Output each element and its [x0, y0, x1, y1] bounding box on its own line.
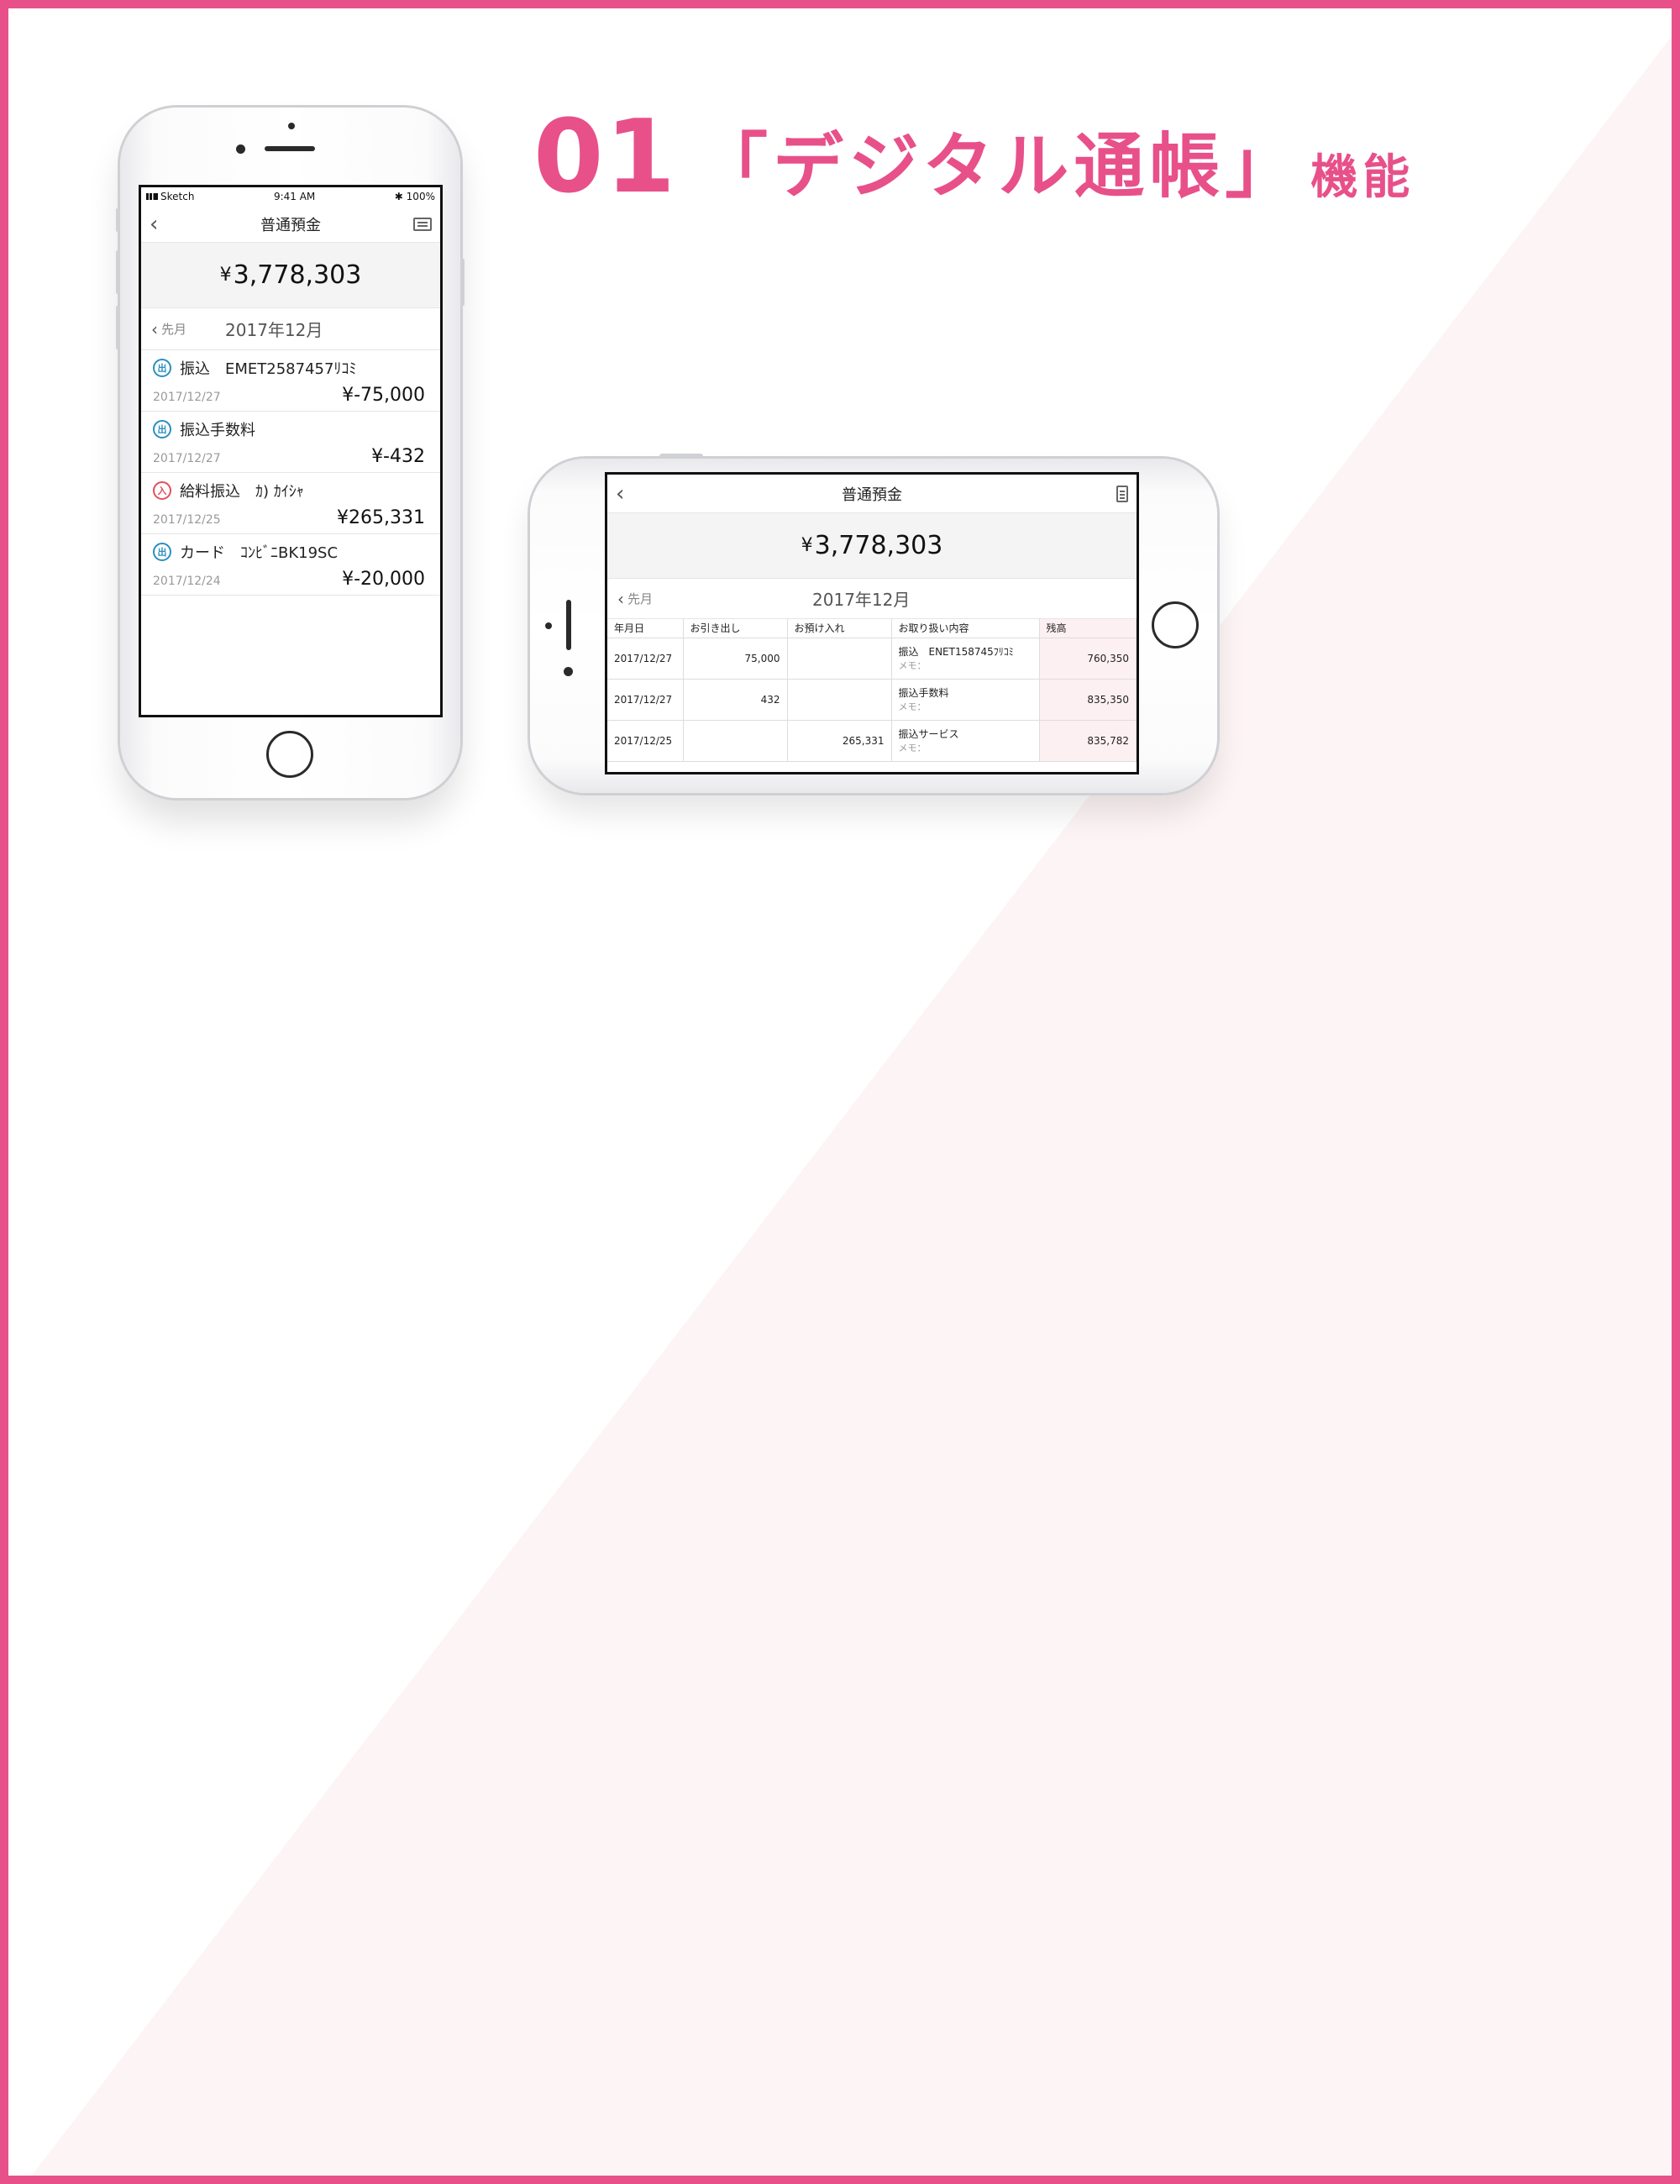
- menu-icon[interactable]: [413, 217, 432, 231]
- home-button[interactable]: [1152, 601, 1199, 648]
- portrait-screen: Sketch 9:41 AM ✱ 100% ‹ 普通預金 ¥ 3,778,303…: [139, 185, 443, 717]
- status-time: 9:41 AM: [273, 191, 316, 202]
- chevron-left-icon: ‹: [617, 588, 624, 609]
- cell-balance: 835,782: [1039, 720, 1137, 762]
- transaction-date: 2017/12/27: [153, 391, 221, 404]
- transaction-desc: カード ｺﾝﾋﾞﾆBK19SC: [180, 544, 339, 562]
- cell-description: 振込サービス メモ：: [891, 720, 1040, 762]
- power-button: [461, 259, 465, 306]
- account-balance: ¥ 3,778,303: [141, 243, 440, 308]
- cell-date: 2017/12/25: [607, 720, 684, 762]
- withdrawal-badge-icon: 出: [153, 359, 171, 377]
- balance-value: 3,778,303: [814, 531, 943, 560]
- balance-currency: ¥: [219, 265, 232, 286]
- volume-up-button: [116, 250, 119, 294]
- cell-description: 振込手数料 メモ：: [891, 679, 1040, 721]
- front-camera: [564, 667, 573, 676]
- transaction-date: 2017/12/24: [153, 575, 221, 588]
- cell-balance: 760,350: [1039, 638, 1137, 680]
- cell-date: 2017/12/27: [607, 638, 684, 680]
- proximity-sensor: [288, 123, 295, 129]
- cell-balance: 835,350: [1039, 679, 1137, 721]
- column-header-date: 年月日: [607, 619, 684, 638]
- cell-deposit: [787, 679, 892, 721]
- table-row[interactable]: 2017/12/27 432 振込手数料 メモ： 835,350: [607, 679, 1137, 721]
- landscape-phone: ‹ 普通預金 ¥ 3,778,303 ‹ 先月 2017年12月 年月日 お引き…: [530, 454, 1217, 793]
- cell-withdraw: [683, 720, 788, 762]
- document-icon[interactable]: [1116, 485, 1128, 502]
- portrait-phone: Sketch 9:41 AM ✱ 100% ‹ 普通預金 ¥ 3,778,303…: [116, 108, 465, 798]
- front-camera: [236, 144, 245, 154]
- table-row[interactable]: 2017/12/25 265,331 振込サービス メモ： 835,782: [607, 720, 1137, 762]
- nav-bar: ‹ 普通預金: [141, 206, 440, 243]
- withdrawal-badge-icon: 出: [153, 420, 171, 438]
- chevron-left-icon: ‹: [151, 318, 158, 339]
- nav-bar: ‹ 普通預金: [607, 475, 1137, 513]
- section-title-suffix: 機能: [1310, 150, 1415, 205]
- column-header-balance: 残高: [1039, 619, 1137, 638]
- transaction-row[interactable]: 出振込手数料 2017/12/27 ¥-432: [141, 412, 440, 473]
- current-month: 2017年12月: [225, 320, 323, 340]
- prev-month-button[interactable]: ‹ 先月: [617, 590, 653, 607]
- page-frame: 01 「デジタル通帳」 機能 Sketch 9:41 AM ✱ 100% ‹ 普…: [0, 0, 1680, 2184]
- column-header-withdraw: お引き出し: [683, 619, 788, 638]
- deposit-badge-icon: 入: [153, 481, 171, 500]
- transaction-amount: ¥-75,000: [342, 385, 425, 406]
- carrier: Sketch: [146, 191, 194, 202]
- transaction-row[interactable]: 入給料振込 ｶ) ｶｲｼｬ 2017/12/25 ¥265,331: [141, 473, 440, 534]
- account-balance: ¥ 3,778,303: [607, 513, 1137, 579]
- prev-month-label: 先月: [161, 322, 187, 337]
- prev-month-label: 先月: [627, 591, 654, 606]
- cell-date: 2017/12/27: [607, 679, 684, 721]
- transaction-row[interactable]: 出カード ｺﾝﾋﾞﾆBK19SC 2017/12/24 ¥-20,000: [141, 534, 440, 596]
- power-button: [659, 454, 703, 459]
- balance-value: 3,778,303: [233, 260, 362, 290]
- cell-deposit: [787, 638, 892, 680]
- nav-title: 普通預金: [260, 216, 321, 234]
- current-month: 2017年12月: [812, 590, 911, 610]
- nav-title: 普通預金: [842, 486, 902, 504]
- prev-month-button[interactable]: ‹ 先月: [151, 320, 186, 338]
- back-chevron-icon[interactable]: ‹: [616, 483, 624, 505]
- landscape-screen: ‹ 普通預金 ¥ 3,778,303 ‹ 先月 2017年12月 年月日 お引き…: [605, 472, 1139, 774]
- home-button[interactable]: [266, 731, 313, 778]
- cell-description: 振込 ENET158745ﾌﾘｺﾐ メモ：: [891, 638, 1040, 680]
- withdrawal-badge-icon: 出: [153, 543, 171, 561]
- table-header-row: 年月日 お引き出し お預け入れ お取り扱い内容 残高: [607, 619, 1137, 638]
- column-header-description: お取り扱い内容: [891, 619, 1040, 638]
- table-row[interactable]: 2017/12/27 75,000 振込 ENET158745ﾌﾘｺﾐ メモ： 7…: [607, 638, 1137, 680]
- transaction-amount: ¥-20,000: [342, 569, 425, 590]
- mute-switch: [116, 208, 119, 232]
- proximity-sensor: [545, 622, 552, 629]
- month-selector: ‹ 先月 2017年12月: [607, 579, 1137, 619]
- transaction-amount: ¥-432: [371, 446, 425, 467]
- cell-deposit: 265,331: [787, 720, 892, 762]
- signal-icon: [146, 193, 158, 200]
- ledger-table: 年月日 お引き出し お預け入れ お取り扱い内容 残高 2017/12/27 75…: [607, 619, 1137, 762]
- memo-label: メモ：: [898, 743, 927, 753]
- volume-down-button: [116, 306, 119, 349]
- transaction-date: 2017/12/25: [153, 513, 221, 527]
- cell-withdraw: 432: [683, 679, 788, 721]
- cell-withdraw: 75,000: [683, 638, 788, 680]
- transaction-desc: 振込 EMET2587457ﾘｺﾐ: [180, 360, 357, 378]
- section-number: 01: [533, 99, 677, 216]
- transaction-desc: 給料振込 ｶ) ｶｲｼｬ: [180, 483, 304, 501]
- balance-currency: ¥: [801, 535, 813, 556]
- transaction-desc: 振込手数料: [180, 422, 255, 439]
- memo-label: メモ：: [898, 660, 927, 671]
- transaction-amount: ¥265,331: [337, 507, 425, 528]
- transaction-row[interactable]: 出振込 EMET2587457ﾘｺﾐ 2017/12/27 ¥-75,000: [141, 350, 440, 412]
- battery-level: ✱ 100%: [394, 191, 435, 202]
- earpiece-speaker: [265, 146, 315, 151]
- earpiece-speaker: [566, 600, 571, 650]
- month-selector: ‹ 先月 2017年12月: [141, 308, 440, 350]
- memo-label: メモ：: [898, 701, 927, 712]
- transaction-date: 2017/12/27: [153, 452, 221, 465]
- back-chevron-icon[interactable]: ‹: [150, 213, 158, 235]
- status-bar: Sketch 9:41 AM ✱ 100%: [141, 187, 440, 206]
- column-header-deposit: お預け入れ: [787, 619, 892, 638]
- section-title: 「デジタル通帳」: [697, 125, 1301, 207]
- section-heading: 01 「デジタル通帳」 機能: [533, 108, 1415, 208]
